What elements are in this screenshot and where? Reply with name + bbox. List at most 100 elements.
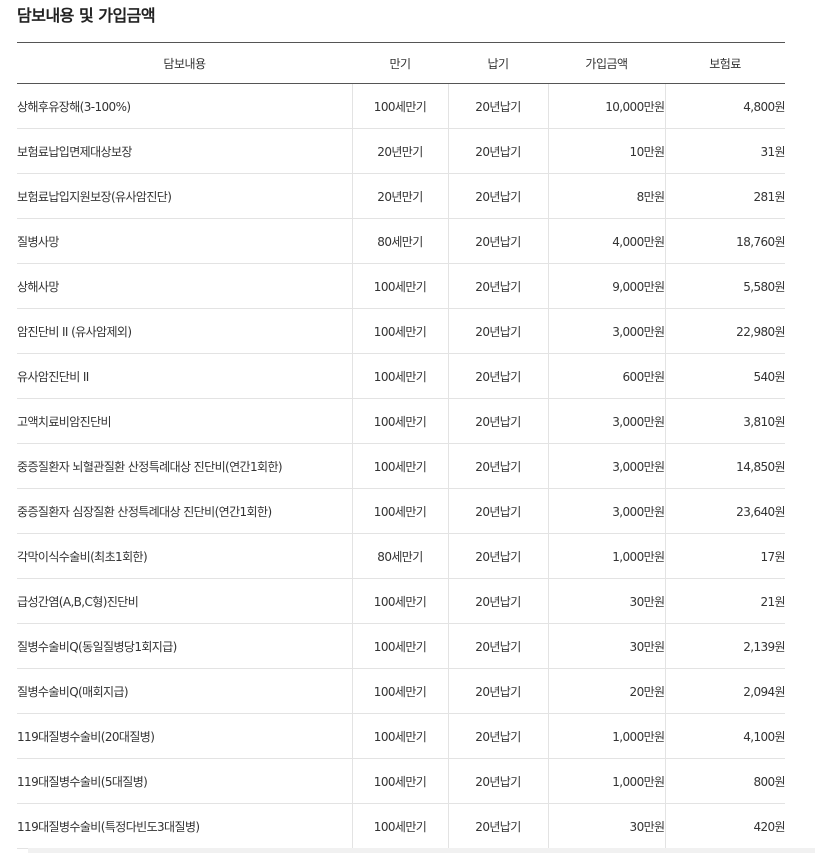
payment-term-cell: 20년납기 (448, 488, 549, 534)
insured-amount-cell: 4,000만원 (548, 218, 666, 264)
insured-amount-cell: 1,000만원 (548, 533, 666, 579)
insured-amount-cell: 20만원 (548, 668, 666, 714)
payment-term-cell: 20년납기 (448, 758, 549, 804)
table-row: 유사암진단비 II 100세만기 20년납기 600만원 540원 (17, 353, 786, 399)
table-row: 질병수술비Q(매회지급) 100세만기 20년납기 20만원 2,094원 (17, 668, 786, 714)
premium-cell: 23,640원 (665, 488, 786, 534)
coverage-name-cell: 급성간염(A,B,C형)진단비 (17, 578, 352, 624)
premium-cell: 3,810원 (665, 398, 786, 444)
insured-amount-cell: 3,000만원 (548, 443, 666, 489)
premium-cell: 14,850원 (665, 443, 786, 489)
insured-amount-cell: 3,000만원 (548, 398, 666, 444)
header-coverage: 담보내용 (17, 42, 352, 84)
maturity-cell: 100세만기 (351, 713, 449, 759)
insured-amount-cell: 3,000만원 (548, 308, 666, 354)
premium-cell: 281원 (665, 173, 786, 219)
coverage-name-cell: 암진단비 II (유사암제외) (17, 308, 352, 354)
coverage-name-cell: 질병수술비Q(동일질병당1회지급) (17, 623, 352, 669)
insured-amount-cell: 10만원 (548, 128, 666, 174)
maturity-cell: 20년만기 (351, 173, 449, 219)
payment-term-cell: 20년납기 (448, 353, 549, 399)
premium-cell: 17원 (665, 533, 786, 579)
header-maturity: 만기 (352, 42, 448, 84)
table-row: 119대질병수술비(20대질병) 100세만기 20년납기 1,000만원 4,100원 (17, 713, 786, 759)
premium-cell: 2,094원 (665, 668, 786, 714)
coverage-name-cell: 각막이식수술비(최초1회한) (17, 533, 352, 579)
header-insured-amount: 가입금액 (548, 42, 665, 84)
premium-cell: 18,760원 (665, 218, 786, 264)
insured-amount-cell: 600만원 (548, 353, 666, 399)
insured-amount-cell: 3,000만원 (548, 488, 666, 534)
premium-cell: 22,980원 (665, 308, 786, 354)
maturity-cell: 100세만기 (351, 263, 449, 309)
maturity-cell: 100세만기 (351, 83, 449, 129)
maturity-cell: 100세만기 (351, 308, 449, 354)
coverage-name-cell: 중증질환자 뇌혈관질환 산정특례대상 진단비(연간1회한) (17, 443, 352, 489)
table-row: 보험료납입면제대상보장 20년만기 20년납기 10만원 31원 (17, 128, 786, 174)
coverage-name-cell: 보험료납입면제대상보장 (17, 128, 352, 174)
maturity-cell: 80세만기 (351, 533, 449, 579)
coverage-name-cell: 고액치료비암진단비 (17, 398, 352, 444)
header-premium: 보험료 (665, 42, 785, 84)
table-row: 고액치료비암진단비 100세만기 20년납기 3,000만원 3,810원 (17, 398, 786, 444)
maturity-cell: 100세만기 (351, 488, 449, 534)
table-row: 상해후유장해(3-100%) 100세만기 20년납기 10,000만원 4,800원 (17, 83, 786, 129)
coverage-name-cell: 상해사망 (17, 263, 352, 309)
insured-amount-cell: 1,000만원 (548, 758, 666, 804)
payment-term-cell: 20년납기 (448, 533, 549, 579)
payment-term-cell: 20년납기 (448, 578, 549, 624)
table-header-row: 담보내용 만기 납기 가입금액 보험료 (17, 42, 785, 84)
coverage-name-cell: 질병사망 (17, 218, 352, 264)
table-row: 질병수술비Q(동일질병당1회지급) 100세만기 20년납기 30만원 2,139원 (17, 623, 786, 669)
payment-term-cell: 20년납기 (448, 263, 549, 309)
maturity-cell: 100세만기 (351, 353, 449, 399)
premium-cell: 420원 (665, 803, 786, 849)
coverage-name-cell: 유사암진단비 II (17, 353, 352, 399)
coverage-table: 담보내용 만기 납기 가입금액 보험료 상해후유장해(3-100%) 100세만기… (17, 42, 786, 849)
insured-amount-cell: 30만원 (548, 623, 666, 669)
maturity-cell: 100세만기 (351, 443, 449, 489)
payment-term-cell: 20년납기 (448, 668, 549, 714)
maturity-cell: 80세만기 (351, 218, 449, 264)
maturity-cell: 100세만기 (351, 803, 449, 849)
table-row: 상해사망 100세만기 20년납기 9,000만원 5,580원 (17, 263, 786, 309)
insured-amount-cell: 8만원 (548, 173, 666, 219)
insured-amount-cell: 9,000만원 (548, 263, 666, 309)
maturity-cell: 100세만기 (351, 668, 449, 714)
insured-amount-cell: 10,000만원 (548, 83, 666, 129)
coverage-name-cell: 상해후유장해(3-100%) (17, 83, 352, 129)
table-row: 보험료납입지원보장(유사암진단) 20년만기 20년납기 8만원 281원 (17, 173, 786, 219)
table-row: 암진단비 II (유사암제외) 100세만기 20년납기 3,000만원 22,980원 (17, 308, 786, 354)
horizontal-scrollbar[interactable] (28, 848, 815, 853)
payment-term-cell: 20년납기 (448, 173, 549, 219)
payment-term-cell: 20년납기 (448, 623, 549, 669)
premium-cell: 800원 (665, 758, 786, 804)
payment-term-cell: 20년납기 (448, 128, 549, 174)
table-row: 중증질환자 심장질환 산정특례대상 진단비(연간1회한) 100세만기 20년납기 3… (17, 488, 786, 534)
maturity-cell: 100세만기 (351, 398, 449, 444)
premium-cell: 5,580원 (665, 263, 786, 309)
premium-cell: 21원 (665, 578, 786, 624)
premium-cell: 31원 (665, 128, 786, 174)
coverage-name-cell: 보험료납입지원보장(유사암진단) (17, 173, 352, 219)
table-row: 중증질환자 뇌혈관질환 산정특례대상 진단비(연간1회한) 100세만기 20년납기… (17, 443, 786, 489)
table-row: 급성간염(A,B,C형)진단비 100세만기 20년납기 30만원 21원 (17, 578, 786, 624)
insured-amount-cell: 1,000만원 (548, 713, 666, 759)
table-row: 각막이식수술비(최초1회한) 80세만기 20년납기 1,000만원 17원 (17, 533, 786, 579)
coverage-name-cell: 119대질병수술비(5대질병) (17, 758, 352, 804)
premium-cell: 4,100원 (665, 713, 786, 759)
page-title: 담보내용 및 가입금액 (17, 6, 156, 25)
maturity-cell: 100세만기 (351, 578, 449, 624)
maturity-cell: 100세만기 (351, 758, 449, 804)
maturity-cell: 20년만기 (351, 128, 449, 174)
maturity-cell: 100세만기 (351, 623, 449, 669)
coverage-name-cell: 119대질병수술비(특정다빈도3대질병) (17, 803, 352, 849)
payment-term-cell: 20년납기 (448, 308, 549, 354)
coverage-name-cell: 중증질환자 심장질환 산정특례대상 진단비(연간1회한) (17, 488, 352, 534)
insured-amount-cell: 30만원 (548, 578, 666, 624)
payment-term-cell: 20년납기 (448, 713, 549, 759)
premium-cell: 540원 (665, 353, 786, 399)
payment-term-cell: 20년납기 (448, 803, 549, 849)
payment-term-cell: 20년납기 (448, 218, 549, 264)
payment-term-cell: 20년납기 (448, 443, 549, 489)
